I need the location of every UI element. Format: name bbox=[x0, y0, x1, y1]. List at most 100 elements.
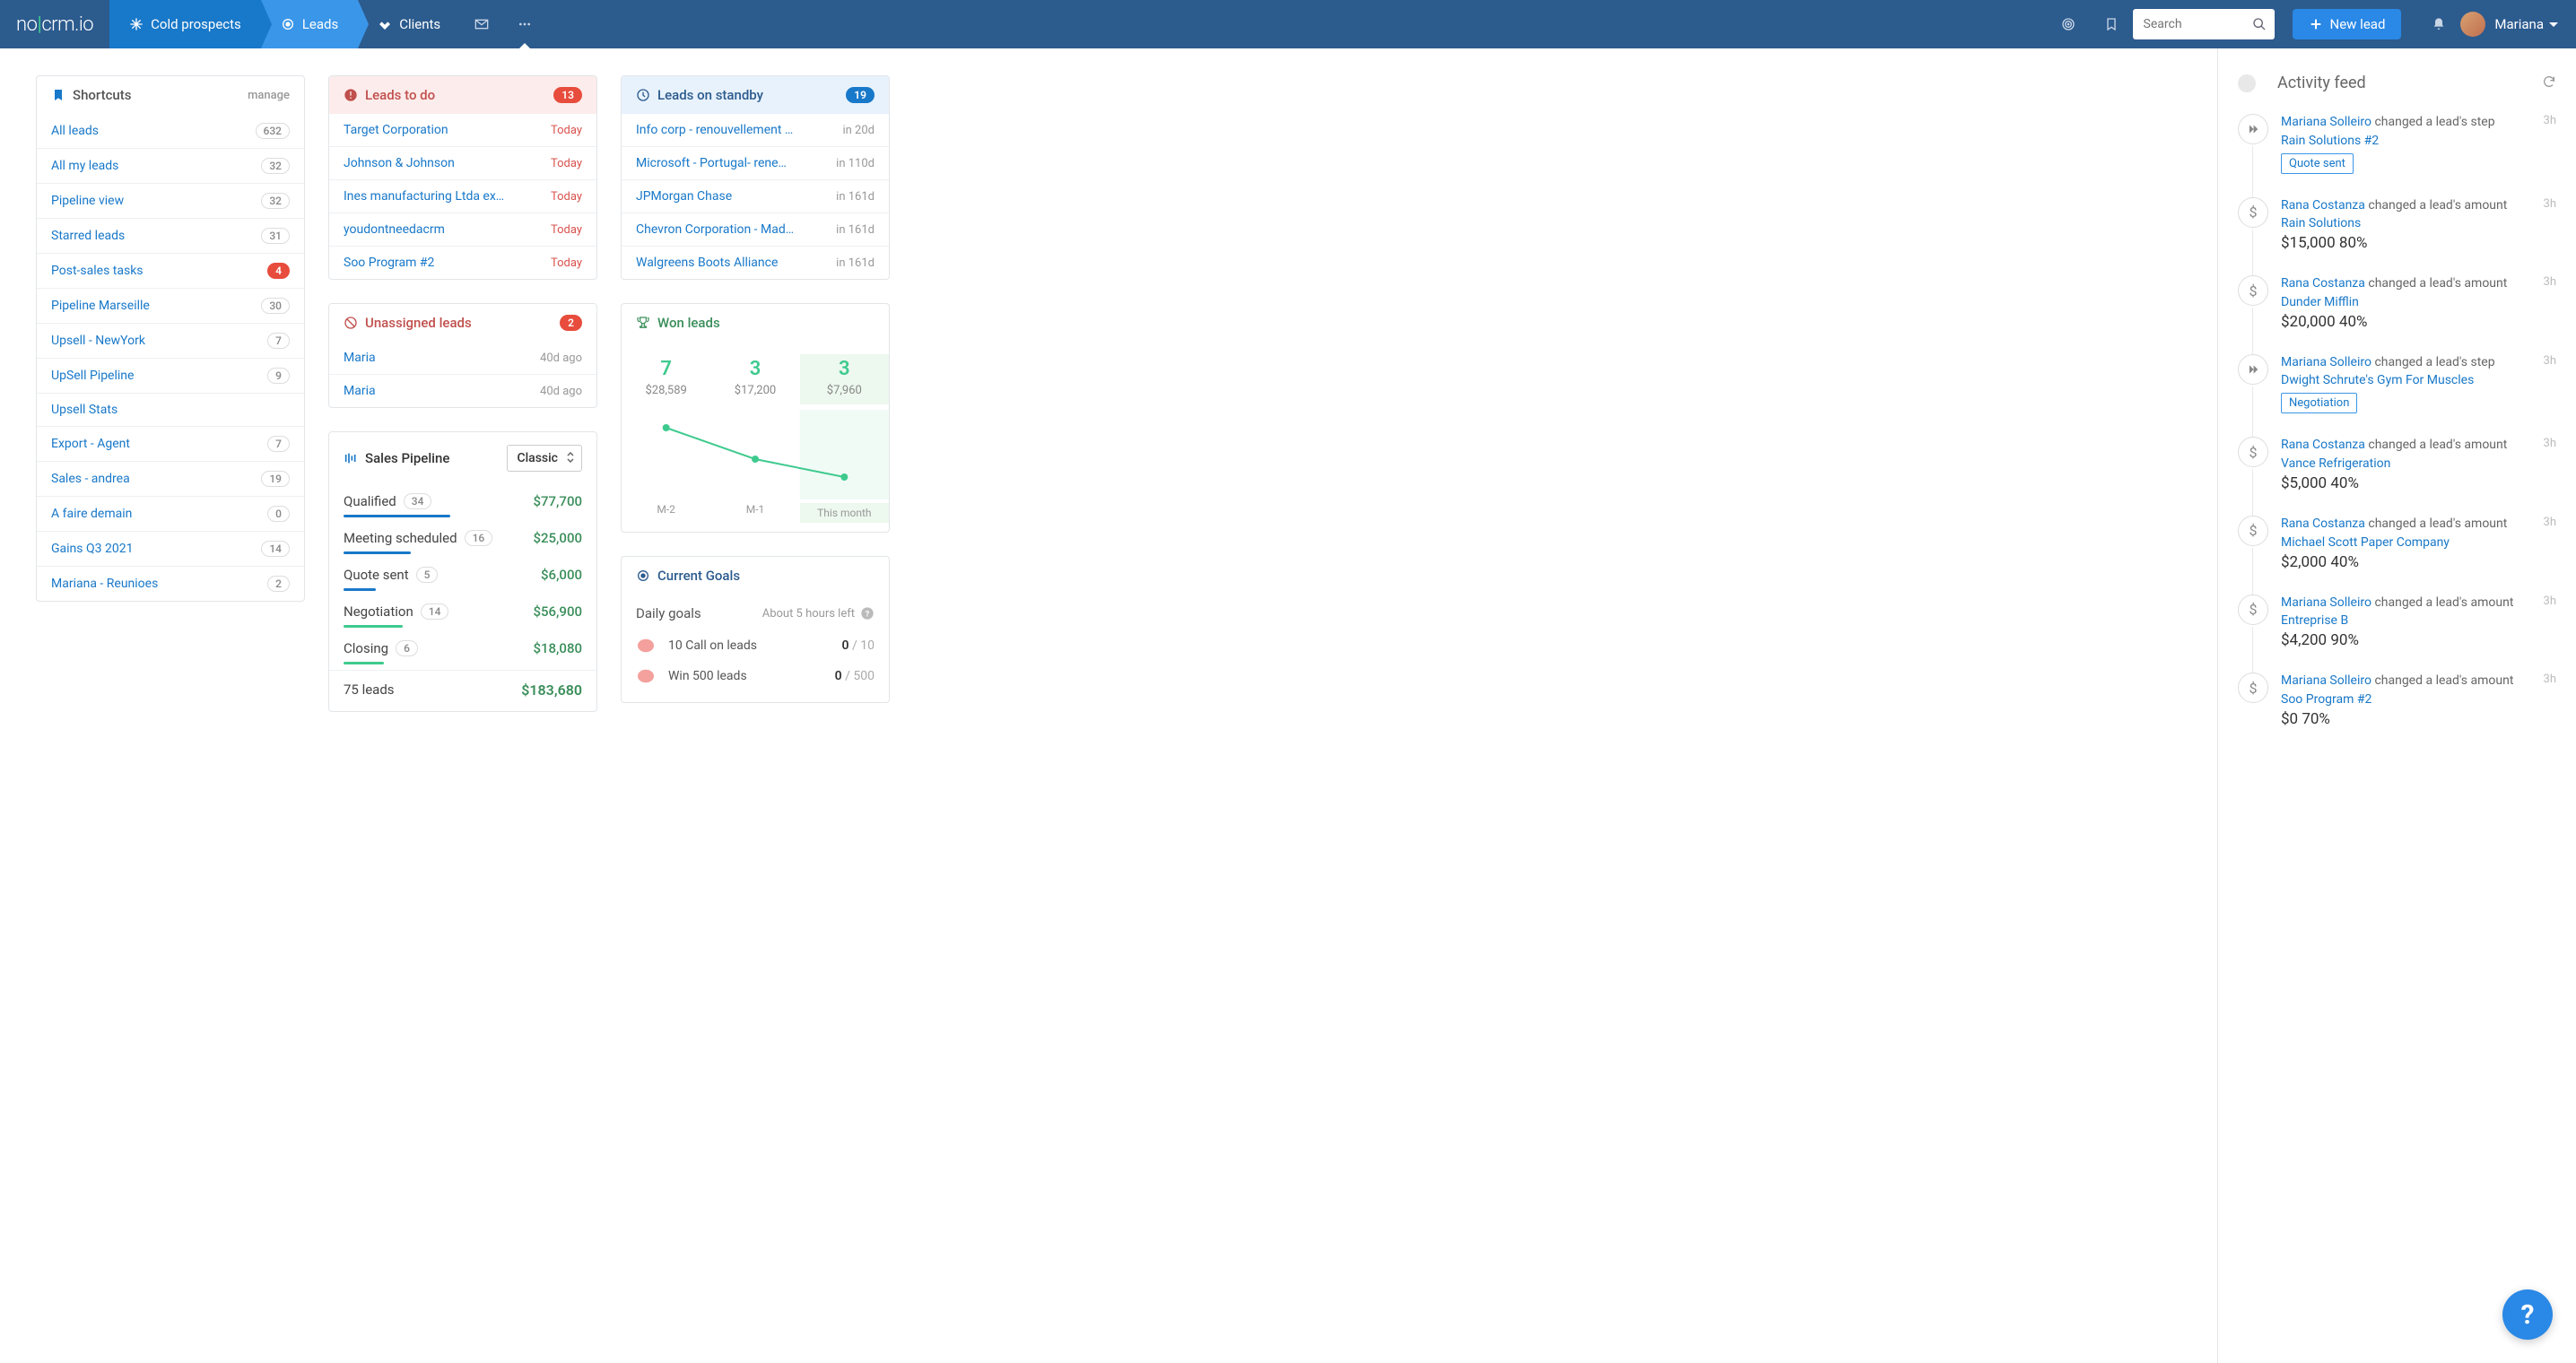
activity-time: 3h bbox=[2544, 275, 2556, 293]
list-row[interactable]: Ines manufacturing Ltda ex…Today bbox=[329, 179, 596, 213]
nav-clients[interactable]: Clients bbox=[358, 0, 460, 48]
nav-cold-prospects[interactable]: Cold prospects bbox=[109, 0, 261, 48]
activity-link[interactable]: Entreprise B bbox=[2281, 613, 2556, 628]
nav-mail-button[interactable] bbox=[460, 0, 503, 48]
logo[interactable]: no|crm.io bbox=[0, 13, 109, 36]
pipeline-stage[interactable]: Meeting scheduled16$25,000 bbox=[329, 521, 596, 551]
list-row[interactable]: Info corp - renouvellement …in 20d bbox=[622, 114, 889, 146]
activity-item[interactable]: $Rana Costanza changed a lead's amount3h… bbox=[2238, 275, 2556, 331]
select-arrows-icon bbox=[567, 452, 574, 466]
stage-bar bbox=[344, 625, 403, 628]
activity-user[interactable]: Rana Costanza bbox=[2281, 438, 2365, 452]
step-icon bbox=[2238, 354, 2268, 385]
shortcut-row[interactable]: Sales - andrea19 bbox=[37, 461, 304, 496]
target-icon bbox=[281, 17, 295, 31]
shortcut-row[interactable]: Mariana - Reunioes2 bbox=[37, 566, 304, 601]
shortcut-row[interactable]: Pipeline view32 bbox=[37, 183, 304, 218]
shortcut-label: Mariana - Reunioes bbox=[51, 577, 267, 591]
refresh-icon bbox=[2542, 74, 2556, 89]
pipeline-stage[interactable]: Quote sent5$6,000 bbox=[329, 558, 596, 588]
list-row[interactable]: Microsoft - Portugal- rene…in 110d bbox=[622, 146, 889, 179]
leads-todo-count: 13 bbox=[553, 87, 582, 103]
list-row[interactable]: Walgreens Boots Alliancein 161d bbox=[622, 246, 889, 279]
shortcut-row[interactable]: Gains Q3 202114 bbox=[37, 531, 304, 566]
shortcut-label: Pipeline view bbox=[51, 194, 261, 208]
activity-link[interactable]: Michael Scott Paper Company bbox=[2281, 535, 2556, 550]
activity-link[interactable]: Vance Refrigeration bbox=[2281, 456, 2556, 471]
nav-bookmark-button[interactable] bbox=[2090, 0, 2133, 48]
list-row[interactable]: Soo Program #2Today bbox=[329, 246, 596, 279]
shortcut-row[interactable]: Upsell Stats bbox=[37, 393, 304, 426]
dollar-icon: $ bbox=[2238, 437, 2268, 467]
nav-leads[interactable]: Leads bbox=[261, 0, 358, 48]
help-circle-icon[interactable]: ? bbox=[860, 606, 875, 621]
pipeline-stage[interactable]: Negotiation14$56,900 bbox=[329, 595, 596, 625]
shortcut-row[interactable]: Post-sales tasks4 bbox=[37, 253, 304, 288]
pipeline-stage[interactable]: Closing6$18,080 bbox=[329, 631, 596, 662]
refresh-button[interactable] bbox=[2542, 74, 2556, 92]
search-button[interactable] bbox=[2244, 9, 2275, 39]
snowflake-icon bbox=[129, 17, 144, 31]
stage-amount: $77,700 bbox=[533, 493, 582, 509]
shortcut-count: 32 bbox=[261, 158, 290, 174]
goals-section: Daily goals bbox=[636, 605, 762, 621]
new-lead-button[interactable]: New lead bbox=[2293, 9, 2402, 39]
bookmark-fill-icon bbox=[51, 88, 65, 102]
list-row[interactable]: Maria40d ago bbox=[329, 374, 596, 407]
lead-label: Target Corporation bbox=[344, 123, 551, 137]
shortcut-row[interactable]: Starred leads31 bbox=[37, 218, 304, 253]
activity-time: 3h bbox=[2544, 197, 2556, 215]
activity-user[interactable]: Mariana Solleiro bbox=[2281, 115, 2371, 129]
lead-when: Today bbox=[551, 256, 582, 270]
shortcut-row[interactable]: All my leads32 bbox=[37, 148, 304, 183]
goal-progress: 0 / 500 bbox=[835, 669, 875, 683]
shortcut-row[interactable]: Export - Agent7 bbox=[37, 426, 304, 461]
activity-item[interactable]: $Mariana Solleiro changed a lead's amoun… bbox=[2238, 673, 2556, 728]
activity-user[interactable]: Mariana Solleiro bbox=[2281, 673, 2371, 688]
lead-label: Maria bbox=[344, 351, 540, 365]
won-num: 3 bbox=[710, 358, 799, 380]
activity-link[interactable]: Dunder Mifflin bbox=[2281, 295, 2556, 309]
activity-user[interactable]: Mariana Solleiro bbox=[2281, 355, 2371, 369]
activity-user[interactable]: Rana Costanza bbox=[2281, 198, 2365, 213]
unassigned-title: Unassigned leads bbox=[365, 315, 472, 331]
lead-when: Today bbox=[551, 190, 582, 204]
shortcut-row[interactable]: All leads632 bbox=[37, 114, 304, 148]
list-row[interactable]: Chevron Corporation - Mad…in 161d bbox=[622, 213, 889, 246]
activity-link[interactable]: Rain Solutions #2 bbox=[2281, 134, 2556, 148]
list-row[interactable]: Target CorporationToday bbox=[329, 114, 596, 146]
activity-item[interactable]: Mariana Solleiro changed a lead's step3h… bbox=[2238, 114, 2556, 174]
activity-item[interactable]: Mariana Solleiro changed a lead's step3h… bbox=[2238, 354, 2556, 414]
shortcut-row[interactable]: Upsell - NewYork7 bbox=[37, 323, 304, 358]
pipeline-select[interactable]: Classic bbox=[507, 445, 582, 472]
list-row[interactable]: JPMorgan Chasein 161d bbox=[622, 179, 889, 213]
list-row[interactable]: youdontneedacrmToday bbox=[329, 213, 596, 246]
bullseye-icon bbox=[2061, 17, 2076, 31]
nav-bell-button[interactable] bbox=[2417, 0, 2460, 48]
activity-user[interactable]: Mariana Solleiro bbox=[2281, 595, 2371, 610]
shortcuts-manage-link[interactable]: manage bbox=[248, 89, 290, 102]
list-row[interactable]: Maria40d ago bbox=[329, 342, 596, 374]
lead-when: Today bbox=[551, 223, 582, 237]
shortcut-row[interactable]: UpSell Pipeline9 bbox=[37, 358, 304, 393]
activity-user[interactable]: Rana Costanza bbox=[2281, 517, 2365, 531]
nav-more-button[interactable] bbox=[503, 0, 546, 48]
activity-link[interactable]: Rain Solutions bbox=[2281, 216, 2556, 230]
list-row[interactable]: Johnson & JohnsonToday bbox=[329, 146, 596, 179]
shortcuts-title: Shortcuts bbox=[73, 87, 131, 103]
activity-user[interactable]: Rana Costanza bbox=[2281, 276, 2365, 291]
activity-action: changed a lead's amount bbox=[2374, 595, 2513, 610]
nav-goals-button[interactable] bbox=[2047, 0, 2090, 48]
shortcut-row[interactable]: A faire demain0 bbox=[37, 496, 304, 531]
activity-item[interactable]: $Rana Costanza changed a lead's amount3h… bbox=[2238, 197, 2556, 253]
help-button[interactable]: ? bbox=[2502, 1289, 2553, 1340]
user-menu[interactable]: Mariana bbox=[2460, 12, 2576, 37]
activity-item[interactable]: $Mariana Solleiro changed a lead's amoun… bbox=[2238, 595, 2556, 650]
stage-count: 16 bbox=[465, 530, 493, 546]
activity-link[interactable]: Dwight Schrute's Gym For Muscles bbox=[2281, 373, 2556, 387]
activity-item[interactable]: $Rana Costanza changed a lead's amount3h… bbox=[2238, 516, 2556, 571]
activity-link[interactable]: Soo Program #2 bbox=[2281, 692, 2556, 707]
pipeline-stage[interactable]: Qualified34$77,700 bbox=[329, 484, 596, 515]
activity-item[interactable]: $Rana Costanza changed a lead's amount3h… bbox=[2238, 437, 2556, 492]
shortcut-row[interactable]: Pipeline Marseille30 bbox=[37, 288, 304, 323]
